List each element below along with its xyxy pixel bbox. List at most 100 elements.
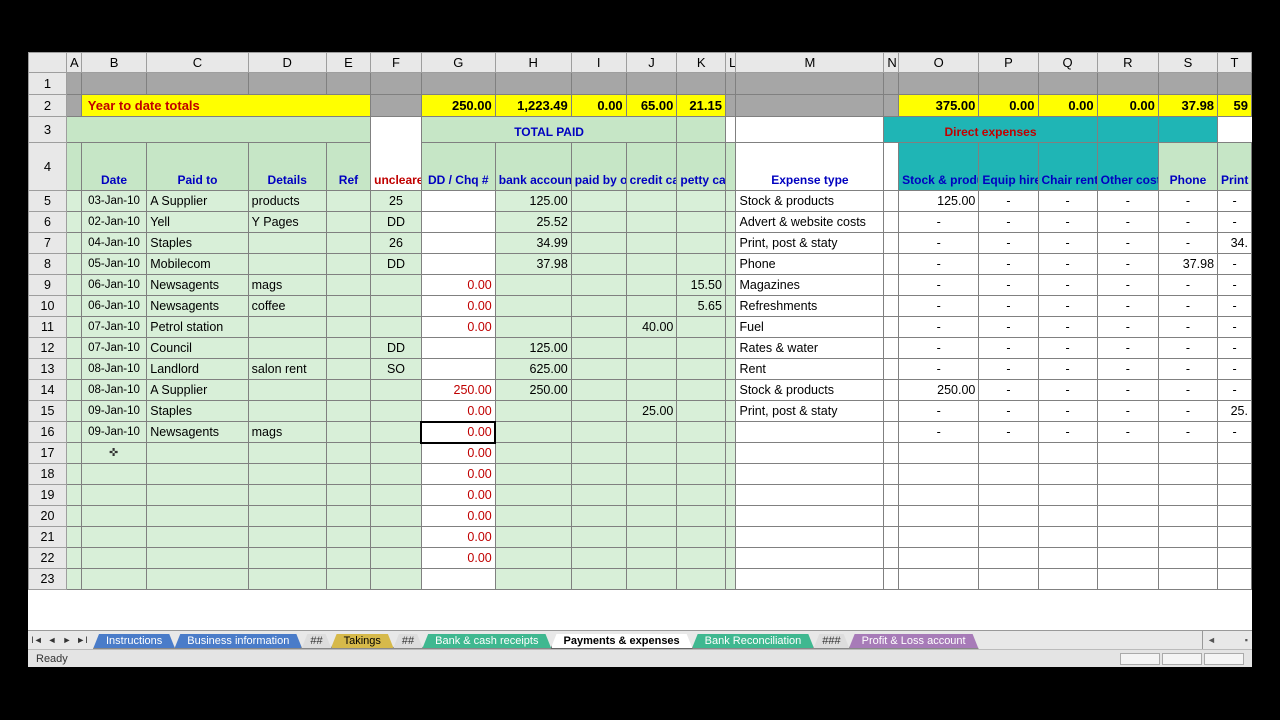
cell-K6[interactable] bbox=[677, 212, 726, 233]
cell-K18[interactable] bbox=[677, 464, 726, 485]
cell-E16[interactable] bbox=[326, 422, 370, 443]
cell-D20[interactable] bbox=[248, 506, 326, 527]
cell-K9[interactable]: 15.50 bbox=[677, 275, 726, 296]
cell-I9[interactable] bbox=[571, 275, 626, 296]
cell-D11[interactable] bbox=[248, 317, 326, 338]
cell-S17[interactable] bbox=[1158, 443, 1217, 464]
cell-H23[interactable] bbox=[495, 569, 571, 590]
cell-F19[interactable] bbox=[371, 485, 422, 506]
cell-G10[interactable]: 0.00 bbox=[421, 296, 495, 317]
cell-J13[interactable] bbox=[626, 359, 677, 380]
cell-L16[interactable] bbox=[725, 422, 736, 443]
cell-Q9[interactable]: - bbox=[1038, 275, 1097, 296]
cell-H5[interactable]: 125.00 bbox=[495, 191, 571, 212]
cell-G16[interactable]: 0.00 bbox=[421, 422, 495, 443]
cell-L22[interactable] bbox=[725, 548, 736, 569]
cell-T23[interactable] bbox=[1218, 569, 1252, 590]
cell-B12[interactable]: 07-Jan-10 bbox=[81, 338, 146, 359]
grid[interactable]: ABCDEFGHIJKLMNOPQRST12Year to date total… bbox=[28, 52, 1252, 630]
cell-C15[interactable]: Staples bbox=[147, 401, 248, 422]
cell-F23[interactable] bbox=[371, 569, 422, 590]
cell-P6[interactable]: - bbox=[979, 212, 1038, 233]
row-header-10[interactable]: 10 bbox=[29, 296, 67, 317]
cell-M19[interactable] bbox=[736, 485, 884, 506]
cell-I19[interactable] bbox=[571, 485, 626, 506]
cell-H22[interactable] bbox=[495, 548, 571, 569]
cell-K21[interactable] bbox=[677, 527, 726, 548]
cell-O23[interactable] bbox=[899, 569, 979, 590]
cell-C8[interactable]: Mobilecom bbox=[147, 254, 248, 275]
cell-F9[interactable] bbox=[371, 275, 422, 296]
cell-A8[interactable] bbox=[67, 254, 82, 275]
cell-C20[interactable] bbox=[147, 506, 248, 527]
cell-H8[interactable]: 37.98 bbox=[495, 254, 571, 275]
cell-D1[interactable] bbox=[248, 73, 326, 95]
cell-T7[interactable]: 34. bbox=[1218, 233, 1252, 254]
cell-D22[interactable] bbox=[248, 548, 326, 569]
cell-N17[interactable] bbox=[884, 443, 899, 464]
tab-next-icon[interactable]: ► bbox=[60, 633, 74, 647]
row-header-13[interactable]: 13 bbox=[29, 359, 67, 380]
sheet-tab-bank-reconciliation[interactable]: Bank Reconciliation bbox=[692, 634, 815, 649]
cell-A12[interactable] bbox=[67, 338, 82, 359]
cell-K17[interactable] bbox=[677, 443, 726, 464]
cell-C14[interactable]: A Supplier bbox=[147, 380, 248, 401]
cell-B11[interactable]: 07-Jan-10 bbox=[81, 317, 146, 338]
cell-Q16[interactable]: - bbox=[1038, 422, 1097, 443]
cell-A1[interactable] bbox=[67, 73, 82, 95]
cell-R10[interactable]: - bbox=[1097, 296, 1158, 317]
cell-T5[interactable]: - bbox=[1218, 191, 1252, 212]
cell-R1[interactable] bbox=[1097, 73, 1158, 95]
cell-F10[interactable] bbox=[371, 296, 422, 317]
cell-S23[interactable] bbox=[1158, 569, 1217, 590]
cell-O22[interactable] bbox=[899, 548, 979, 569]
cell-Q15[interactable]: - bbox=[1038, 401, 1097, 422]
cell-C9[interactable]: Newsagents bbox=[147, 275, 248, 296]
cell-P21[interactable] bbox=[979, 527, 1038, 548]
cell-B15[interactable]: 09-Jan-10 bbox=[81, 401, 146, 422]
cell-H19[interactable] bbox=[495, 485, 571, 506]
cell-J18[interactable] bbox=[626, 464, 677, 485]
cell-E14[interactable] bbox=[326, 380, 370, 401]
cell-R22[interactable] bbox=[1097, 548, 1158, 569]
cell-H18[interactable] bbox=[495, 464, 571, 485]
cell-N1[interactable] bbox=[884, 73, 899, 95]
row-header-5[interactable]: 5 bbox=[29, 191, 67, 212]
cell-F11[interactable] bbox=[371, 317, 422, 338]
cell-P16[interactable]: - bbox=[979, 422, 1038, 443]
cell-G9[interactable]: 0.00 bbox=[421, 275, 495, 296]
row-header-23[interactable]: 23 bbox=[29, 569, 67, 590]
cell-R5[interactable]: - bbox=[1097, 191, 1158, 212]
cell-F8[interactable]: DD bbox=[371, 254, 422, 275]
col-header-H[interactable]: H bbox=[495, 53, 571, 73]
cell-E18[interactable] bbox=[326, 464, 370, 485]
cell-I1[interactable] bbox=[571, 73, 626, 95]
col-header-A[interactable]: A bbox=[67, 53, 82, 73]
cell-G20[interactable]: 0.00 bbox=[421, 506, 495, 527]
cell-M22[interactable] bbox=[736, 548, 884, 569]
cell-L1[interactable] bbox=[725, 73, 736, 95]
cell-P20[interactable] bbox=[979, 506, 1038, 527]
cell-I22[interactable] bbox=[571, 548, 626, 569]
cell-K5[interactable] bbox=[677, 191, 726, 212]
cell-M15[interactable]: Print, post & staty bbox=[736, 401, 884, 422]
cell-A9[interactable] bbox=[67, 275, 82, 296]
cell-O11[interactable]: - bbox=[899, 317, 979, 338]
cell-T10[interactable]: - bbox=[1218, 296, 1252, 317]
cell-N8[interactable] bbox=[884, 254, 899, 275]
cell-A10[interactable] bbox=[67, 296, 82, 317]
cell-D5[interactable]: products bbox=[248, 191, 326, 212]
cell-J14[interactable] bbox=[626, 380, 677, 401]
cell-D16[interactable]: mags bbox=[248, 422, 326, 443]
col-header-Q[interactable]: Q bbox=[1038, 53, 1097, 73]
cell-P9[interactable]: - bbox=[979, 275, 1038, 296]
cell-K22[interactable] bbox=[677, 548, 726, 569]
cell-H20[interactable] bbox=[495, 506, 571, 527]
cell-O15[interactable]: - bbox=[899, 401, 979, 422]
cell-O21[interactable] bbox=[899, 527, 979, 548]
cell-B23[interactable] bbox=[81, 569, 146, 590]
cell-M5[interactable]: Stock & products bbox=[736, 191, 884, 212]
cell-I11[interactable] bbox=[571, 317, 626, 338]
cell-Q8[interactable]: - bbox=[1038, 254, 1097, 275]
cell-P18[interactable] bbox=[979, 464, 1038, 485]
